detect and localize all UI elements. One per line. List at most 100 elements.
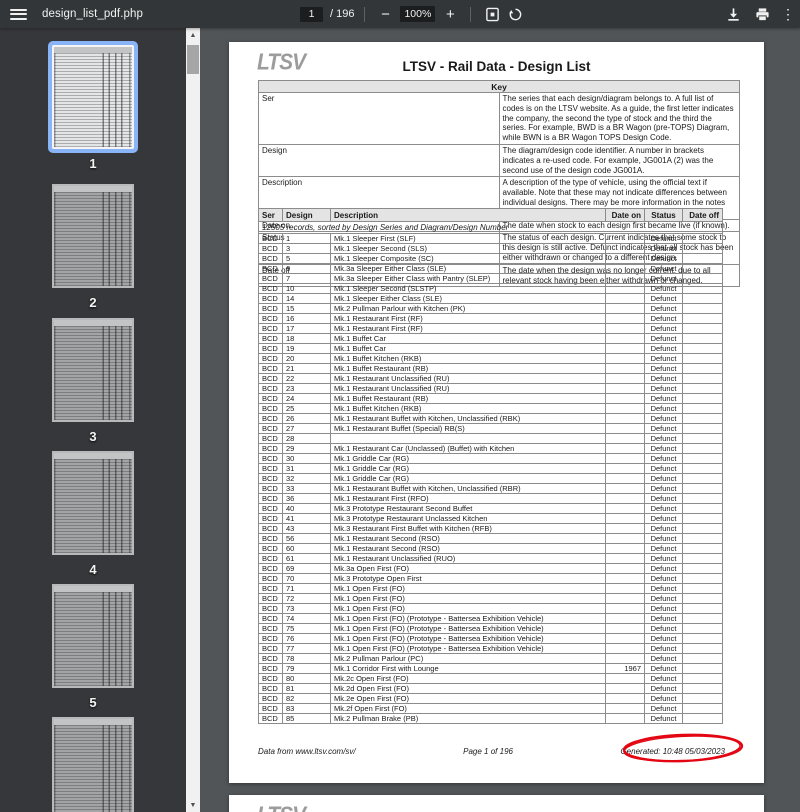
cell-ser: BCD	[259, 454, 283, 464]
cell-status: Defunct	[645, 504, 683, 514]
cell-design: 41	[283, 514, 331, 524]
cell-status: Defunct	[645, 694, 683, 704]
cell-status: Defunct	[645, 324, 683, 334]
cell-status: Defunct	[645, 294, 683, 304]
column-header-design: Design	[283, 209, 331, 222]
thumbnail-image[interactable]	[52, 451, 134, 555]
cell-dateon	[606, 444, 645, 454]
cell-design: 85	[283, 714, 331, 724]
cell-design: 72	[283, 594, 331, 604]
download-icon[interactable]	[722, 0, 745, 28]
page-count-label: / 196	[330, 8, 354, 20]
thumbnail-image[interactable]	[52, 184, 134, 288]
column-header-description: Description	[331, 209, 606, 222]
thumbnail-image[interactable]	[52, 318, 134, 422]
table-row: BCD10Mk.1 Sleeper Second (SLSTP)Defunct	[259, 284, 723, 294]
cell-design: 29	[283, 444, 331, 454]
cell-dateoff	[683, 534, 723, 544]
cell-dateon	[606, 364, 645, 374]
scrollbar-thumb[interactable]	[187, 45, 199, 74]
thumbnail-image[interactable]	[52, 717, 134, 812]
cell-design: 73	[283, 604, 331, 614]
fit-page-icon[interactable]	[481, 0, 504, 28]
cell-status: Defunct	[645, 594, 683, 604]
cell-desc: Mk.1 Sleeper First (SLF)	[331, 234, 606, 244]
toolbar-divider	[470, 7, 471, 22]
cell-dateoff	[683, 404, 723, 414]
print-icon[interactable]	[751, 0, 774, 28]
scroll-up-icon[interactable]: ▲	[186, 28, 200, 42]
footer-generated: Generated: 10:48 05/03/2023	[620, 747, 725, 756]
cell-desc: Mk.1 Buffet Car	[331, 344, 606, 354]
cell-ser: BCD	[259, 604, 283, 614]
cell-dateoff	[683, 324, 723, 334]
cell-dateon	[606, 564, 645, 574]
cell-desc: Mk.1 Restaurant Unclassified (RU)	[331, 384, 606, 394]
thumbnail-page-3[interactable]: 3	[52, 318, 134, 444]
cell-desc: Mk.1 Griddle Car (RG)	[331, 454, 606, 464]
table-row: BCD73Mk.1 Open First (FO) Defunct	[259, 604, 723, 614]
table-row: BCD6Mk.3a Sleeper Either Class (SLE)Defu…	[259, 264, 723, 274]
cell-ser: BCD	[259, 444, 283, 454]
cell-dateon	[606, 654, 645, 664]
table-row: BCD31Mk.1 Griddle Car (RG)Defunct	[259, 464, 723, 474]
column-header-ser: Ser	[259, 209, 283, 222]
cell-status: Defunct	[645, 314, 683, 324]
zoom-in-button[interactable]: +	[440, 0, 460, 28]
table-row: BCD15Mk.2 Pullman Parlour with Kitchen (…	[259, 304, 723, 314]
sidebar-scrollbar[interactable]: ▲ ▼	[186, 28, 200, 812]
cell-dateoff	[683, 384, 723, 394]
cell-desc: Mk.3 Prototype Open First	[331, 574, 606, 584]
cell-dateon	[606, 294, 645, 304]
cell-desc: Mk.2 Pullman Brake (PB)	[331, 714, 606, 724]
rotate-icon[interactable]	[504, 0, 527, 28]
cell-desc: Mk.1 Corridor First with Lounge	[331, 664, 606, 674]
page-number-input[interactable]	[300, 7, 323, 22]
thumbnail-page-2[interactable]: 2	[52, 184, 134, 310]
key-row: DesignThe diagram/design code identifier…	[259, 144, 740, 176]
cell-dateon	[606, 674, 645, 684]
cell-status: Defunct	[645, 604, 683, 614]
table-row: BCD76Mk.1 Open First (FO) (Prototype - B…	[259, 634, 723, 644]
thumbnail-page-5[interactable]: 5	[52, 584, 134, 710]
table-row: BCD78Mk.2 Pullman Parlour (PC)Defunct	[259, 654, 723, 664]
cell-ser: BCD	[259, 294, 283, 304]
design-list-table: SerDesignDescriptionDate onStatusDate of…	[258, 208, 723, 724]
cell-status: Defunct	[645, 264, 683, 274]
scroll-down-icon[interactable]: ▼	[186, 798, 200, 812]
menu-toggle-icon[interactable]	[10, 9, 27, 20]
cell-design: 56	[283, 534, 331, 544]
cell-dateon	[606, 704, 645, 714]
thumbnail-page-6[interactable]	[52, 717, 134, 812]
thumbnail-image[interactable]	[52, 45, 134, 149]
more-options-icon[interactable]: ⋮	[780, 0, 796, 28]
cell-ser: BCD	[259, 564, 283, 574]
cell-status: Defunct	[645, 464, 683, 474]
cell-ser: BCD	[259, 284, 283, 294]
cell-desc: Mk.1 Restaurant Second (RSO)	[331, 544, 606, 554]
cell-dateoff	[683, 334, 723, 344]
cell-status: Defunct	[645, 394, 683, 404]
cell-dateoff	[683, 364, 723, 374]
cell-dateoff	[683, 274, 723, 284]
cell-desc: Mk.1 Griddle Car (RG)	[331, 474, 606, 484]
cell-dateoff	[683, 604, 723, 614]
cell-ser: BCD	[259, 544, 283, 554]
cell-ser: BCD	[259, 404, 283, 414]
table-row: BCD56Mk.1 Restaurant Second (RSO)Defunct	[259, 534, 723, 544]
cell-dateoff	[683, 664, 723, 674]
table-row: BCD24Mk.1 Buffet Restaurant (RB)Defunct	[259, 394, 723, 404]
cell-status: Defunct	[645, 234, 683, 244]
thumbnail-page-1[interactable]: 1	[52, 45, 134, 171]
thumbnail-image[interactable]	[52, 584, 134, 688]
cell-desc: Mk.1 Open First (FO)	[331, 604, 606, 614]
table-row: BCD80Mk.2c Open First (FO)Defunct	[259, 674, 723, 684]
cell-ser: BCD	[259, 704, 283, 714]
cell-design: 79	[283, 664, 331, 674]
cell-status: Defunct	[645, 274, 683, 284]
cell-ser: BCD	[259, 424, 283, 434]
table-row: BCD17Mk.1 Restaurant First (RF)Defunct	[259, 324, 723, 334]
thumbnail-page-4[interactable]: 4	[52, 451, 134, 577]
cell-dateon	[606, 464, 645, 474]
zoom-out-button[interactable]: −	[375, 0, 395, 28]
